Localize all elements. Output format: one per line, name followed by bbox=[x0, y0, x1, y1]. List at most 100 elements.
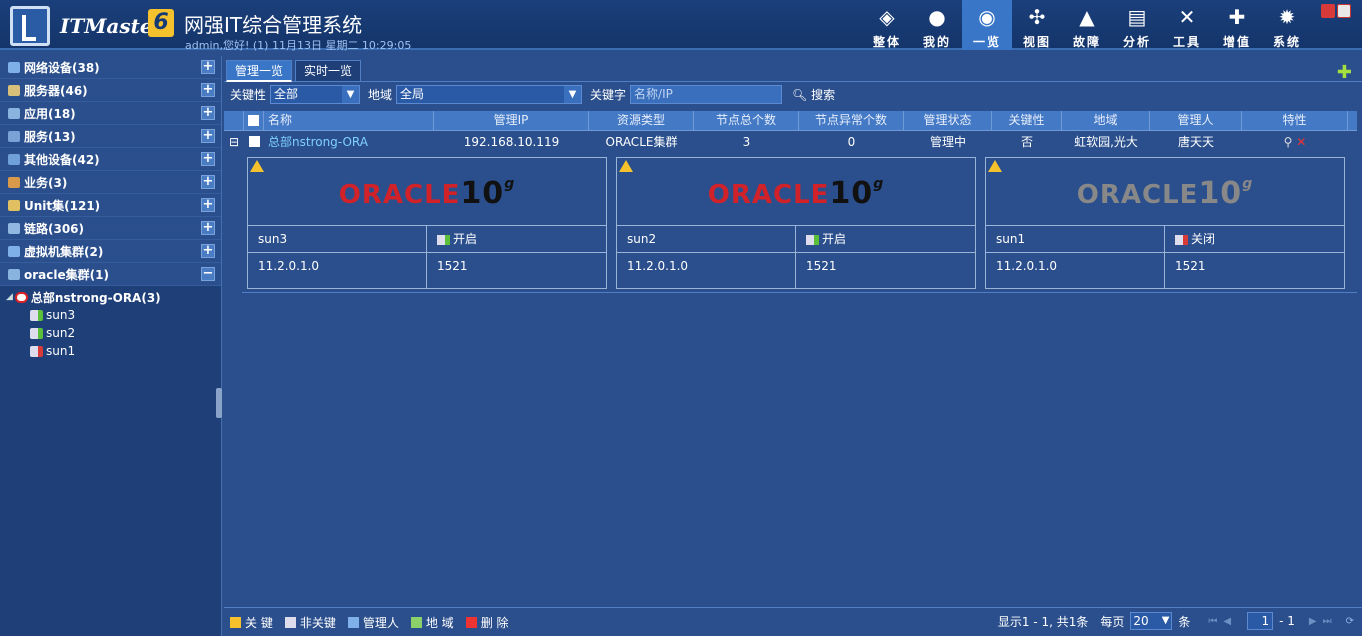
node-running-icon bbox=[30, 327, 43, 339]
next-page-icon[interactable]: ▶ bbox=[1309, 616, 1317, 627]
column-header[interactable]: 节点总个数 bbox=[694, 111, 799, 130]
expand-icon[interactable]: + bbox=[201, 198, 215, 212]
first-page-icon[interactable]: ⏮ bbox=[1208, 616, 1217, 627]
cell-name[interactable]: 总部nstrong-ORA bbox=[264, 132, 434, 153]
tree-root[interactable]: ◢ 总部nstrong-ORA(3) bbox=[0, 288, 221, 306]
search-icon: 🔍︎ bbox=[792, 87, 808, 102]
nav-item-topology[interactable]: ✣ 视图 bbox=[1012, 0, 1062, 50]
node-version: 11.2.0.1.0 bbox=[986, 253, 1165, 288]
expand-icon[interactable]: + bbox=[201, 175, 215, 189]
table-row[interactable]: ⊟ 总部nstrong-ORA 192.168.10.119 ORACLE集群 3 0 管理… bbox=[224, 132, 1357, 153]
nav-item-gear[interactable]: ✹ 系统 bbox=[1262, 0, 1312, 50]
logout-icon[interactable] bbox=[1337, 4, 1351, 18]
alert-icon[interactable] bbox=[1321, 4, 1335, 18]
sidebar-section[interactable]: 链路(306) + bbox=[0, 217, 221, 240]
brand-version: 6 bbox=[148, 9, 174, 37]
layers-icon: ◈ bbox=[879, 5, 895, 29]
sidebar-section[interactable]: 其他设备(42) + bbox=[0, 148, 221, 171]
sidebar-section[interactable]: 服务(13) + bbox=[0, 125, 221, 148]
footer-action-button[interactable]: 删 除 bbox=[465, 614, 509, 631]
expand-icon[interactable]: + bbox=[201, 129, 215, 143]
collapse-icon[interactable]: − bbox=[201, 267, 215, 281]
region-select[interactable]: 全局 ▼ bbox=[396, 84, 583, 104]
sidebar-section[interactable]: oracle集群(1) − bbox=[0, 263, 221, 286]
column-header[interactable]: 名称 bbox=[264, 111, 434, 130]
tree-node[interactable]: sun3 bbox=[0, 306, 221, 324]
sidebar-section[interactable]: 业务(3) + bbox=[0, 171, 221, 194]
keyword-input[interactable]: 名称/IP bbox=[630, 84, 783, 104]
expand-icon[interactable]: + bbox=[201, 60, 215, 74]
column-header[interactable]: 关键性 bbox=[992, 111, 1062, 130]
window-controls bbox=[1321, 4, 1351, 18]
warning-icon bbox=[988, 160, 1002, 172]
select-all-checkbox[interactable] bbox=[244, 111, 264, 130]
sidebar-section[interactable]: 虚拟机集群(2) + bbox=[0, 240, 221, 263]
sidebar-section[interactable]: 网络设备(38) + bbox=[0, 56, 221, 79]
prev-page-icon[interactable]: ◀ bbox=[1223, 616, 1231, 627]
column-header[interactable]: 管理IP bbox=[434, 111, 589, 130]
expand-icon[interactable]: + bbox=[201, 244, 215, 258]
last-page-icon[interactable]: ⏭ bbox=[1323, 616, 1332, 627]
node-name: sun2 bbox=[617, 226, 796, 252]
category-icon bbox=[8, 222, 20, 234]
nav-item-overview[interactable]: ◉ 一览 bbox=[962, 0, 1012, 50]
add-icon[interactable]: ✚ bbox=[1337, 62, 1352, 83]
category-icon bbox=[8, 107, 20, 119]
node-port: 1521 bbox=[437, 259, 468, 273]
expand-icon[interactable]: + bbox=[201, 106, 215, 120]
sidebar-section[interactable]: 应用(18) + bbox=[0, 102, 221, 125]
nav-item-chart[interactable]: ▤ 分析 bbox=[1112, 0, 1162, 50]
chart-icon: ▤ bbox=[1127, 5, 1147, 29]
sidebar-section[interactable]: Unit集(121) + bbox=[0, 194, 221, 217]
nav-item-plus[interactable]: ✚ 增值 bbox=[1212, 0, 1262, 50]
tab-bar: 管理一览 实时一览 bbox=[224, 56, 1362, 82]
search-button[interactable]: 🔍︎ 搜索 bbox=[792, 86, 835, 103]
footer-action-button[interactable]: 地 域 bbox=[410, 614, 454, 631]
tree-node[interactable]: sun2 bbox=[0, 324, 221, 342]
node-card: ORACLE10g sun2 开启 11.2.0.1.0 1521 bbox=[616, 157, 976, 289]
footer-action-button[interactable]: 管理人 bbox=[347, 614, 399, 631]
node-status: 开启 bbox=[796, 226, 975, 252]
nav-item-warning[interactable]: ▲ 故障 bbox=[1062, 0, 1112, 50]
delete-icon[interactable]: ✕ bbox=[1296, 135, 1306, 149]
expand-icon[interactable]: + bbox=[201, 83, 215, 97]
node-port: 1521 bbox=[1175, 259, 1206, 273]
sidebar-section[interactable]: 服务器(46) + bbox=[0, 79, 221, 102]
criticality-select[interactable]: 全部 ▼ bbox=[270, 84, 361, 104]
expand-icon[interactable]: + bbox=[201, 221, 215, 235]
category-icon bbox=[8, 245, 20, 257]
column-header[interactable]: 地域 bbox=[1062, 111, 1150, 130]
footer-action-button[interactable]: 关 键 bbox=[230, 614, 273, 631]
sidebar-collapse-handle[interactable] bbox=[216, 388, 222, 418]
tree-node[interactable]: sun1 bbox=[0, 342, 221, 360]
nav-item-tools[interactable]: ✕ 工具 bbox=[1162, 0, 1212, 50]
nav-item-layers[interactable]: ◈ 整体 bbox=[862, 0, 912, 50]
cell-total: 3 bbox=[742, 135, 751, 149]
main-nav: ◈ 整体 ● 我的 ◉ 一览 ✣ 视图 ▲ 故障 ▤ 分析 ✕ 工具 ✚ 增值 ✹ 系统 bbox=[862, 0, 1312, 50]
chevron-down-icon: ▼ bbox=[1161, 615, 1170, 626]
pin-icon[interactable]: ⚲ bbox=[1284, 135, 1293, 149]
node-status: 关闭 bbox=[1165, 226, 1344, 252]
nav-item-user[interactable]: ● 我的 bbox=[912, 0, 962, 50]
column-header[interactable]: 资源类型 bbox=[589, 111, 694, 130]
tab-management-overview[interactable]: 管理一览 bbox=[226, 60, 293, 82]
per-page-select[interactable]: 20 ▼ bbox=[1130, 612, 1173, 630]
column-header[interactable]: 特性 bbox=[1242, 111, 1348, 130]
cell-region: 虹软园,光大 bbox=[1074, 135, 1138, 149]
page-input[interactable]: 1 bbox=[1247, 612, 1274, 630]
row-checkbox[interactable] bbox=[244, 132, 264, 153]
footer-action-button[interactable]: 非关键 bbox=[284, 614, 336, 631]
warning-icon bbox=[250, 160, 264, 172]
column-header[interactable]: 管理状态 bbox=[904, 111, 992, 130]
tab-realtime-overview[interactable]: 实时一览 bbox=[295, 60, 362, 82]
expand-icon[interactable]: + bbox=[201, 152, 215, 166]
tools-icon: ✕ bbox=[1178, 5, 1196, 29]
column-header[interactable]: 节点异常个数 bbox=[799, 111, 904, 130]
refresh-icon[interactable]: ⟳ bbox=[1346, 616, 1354, 627]
main-panel: 管理一览 实时一览 ✚ 关键性 全部 ▼ 地域 全局 ▼ 关键字 名称/IP 🔍︎ … bbox=[224, 56, 1362, 636]
collapse-row-icon[interactable]: ⊟ bbox=[224, 132, 244, 153]
column-header[interactable]: 管理人 bbox=[1150, 111, 1242, 130]
cell-abnormal: 0 bbox=[847, 135, 856, 149]
oracle-logo: ORACLE10g bbox=[248, 158, 606, 226]
oracle-logo: ORACLE10g bbox=[617, 158, 975, 226]
